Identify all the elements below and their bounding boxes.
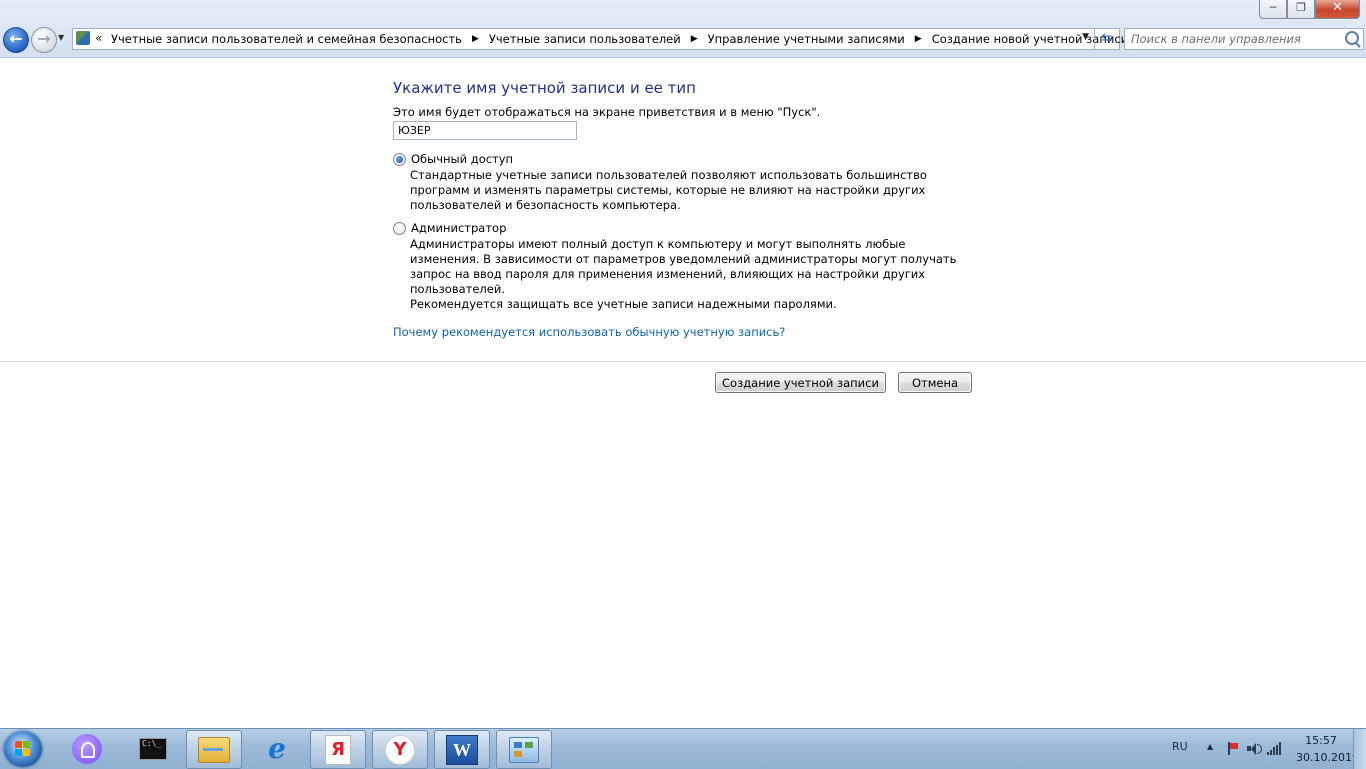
taskbar-cmd[interactable]: C:\_ bbox=[126, 730, 180, 767]
create-account-button[interactable]: Создание учетной записи bbox=[715, 372, 886, 393]
maximize-button[interactable]: ❐ bbox=[1287, 0, 1315, 19]
show-desktop-button[interactable] bbox=[1353, 729, 1366, 769]
minimize-icon: ─ bbox=[1269, 1, 1277, 14]
taskbar-ie[interactable]: e bbox=[250, 730, 304, 767]
explorer-icon bbox=[198, 736, 230, 763]
language-indicator[interactable]: RU bbox=[1172, 740, 1188, 753]
action-center-icon[interactable] bbox=[1226, 742, 1240, 755]
window-controls: ─ ❐ ✕ bbox=[1259, 0, 1360, 19]
password-recommendation: Рекомендуется защищать все учетные запис… bbox=[410, 297, 837, 311]
clock-date[interactable]: 30.10.2019 bbox=[1296, 751, 1359, 764]
address-bar[interactable]: « Учетные записи пользователей и семейна… bbox=[72, 28, 1128, 50]
taskbar: C:\_ e Я Y W RU ▲ 15:57 30.10.2019 bbox=[0, 728, 1366, 769]
why-standard-account-link[interactable]: Почему рекомендуется использовать обычну… bbox=[393, 325, 785, 339]
divider bbox=[0, 361, 1366, 362]
taskbar-explorer[interactable] bbox=[186, 730, 242, 769]
breadcrumb-overflow-button[interactable]: « bbox=[95, 31, 102, 45]
back-arrow-icon: ← bbox=[9, 29, 23, 48]
close-button[interactable]: ✕ bbox=[1315, 0, 1360, 19]
search-box[interactable] bbox=[1124, 28, 1364, 50]
show-hidden-icons-button[interactable]: ▲ bbox=[1207, 742, 1213, 751]
cancel-button[interactable]: Отмена bbox=[898, 372, 972, 393]
taskbar-alice[interactable] bbox=[60, 730, 114, 767]
breadcrumb-separator-icon[interactable]: ▶ bbox=[915, 34, 922, 44]
taskbar-control-panel[interactable] bbox=[496, 730, 552, 769]
taskbar-yandex[interactable]: Я bbox=[310, 730, 366, 769]
close-icon: ✕ bbox=[1332, 0, 1343, 15]
administrator-option[interactable]: Администратор bbox=[393, 221, 506, 235]
windows-logo-icon bbox=[15, 741, 31, 757]
back-button[interactable]: ← bbox=[3, 27, 29, 53]
yandex-icon: Я bbox=[325, 734, 351, 765]
network-signal-icon[interactable] bbox=[1267, 742, 1281, 755]
taskbar-yandex-browser[interactable]: Y bbox=[372, 730, 428, 769]
standard-access-option[interactable]: Обычный доступ bbox=[393, 152, 513, 166]
standard-access-description: Стандартные учетные записи пользователей… bbox=[410, 168, 927, 212]
control-panel-icon bbox=[509, 736, 539, 763]
breadcrumb-separator-icon[interactable]: ▶ bbox=[472, 34, 479, 44]
administrator-label[interactable]: Администратор bbox=[411, 221, 506, 235]
minimize-button[interactable]: ─ bbox=[1259, 0, 1287, 19]
forward-arrow-icon: → bbox=[37, 29, 51, 48]
recent-pages-dropdown[interactable]: ▼ bbox=[58, 33, 64, 42]
word-icon: W bbox=[446, 734, 478, 765]
account-name-field[interactable] bbox=[393, 121, 577, 140]
maximize-icon: ❐ bbox=[1296, 1, 1306, 14]
volume-icon[interactable] bbox=[1247, 742, 1262, 755]
refresh-button[interactable]: ⇆ bbox=[1094, 29, 1119, 49]
breadcrumb-separator-icon[interactable]: ▶ bbox=[691, 34, 698, 44]
search-icon[interactable] bbox=[1345, 31, 1359, 45]
administrator-radio[interactable] bbox=[393, 221, 406, 235]
address-history-dropdown[interactable]: ▼ bbox=[1082, 32, 1089, 42]
breadcrumb-family-safety[interactable]: Учетные записи пользователей и семейная … bbox=[111, 32, 462, 46]
administrator-description: Администраторы имеют полный доступ к ком… bbox=[410, 237, 957, 296]
cmd-icon: C:\_ bbox=[139, 737, 167, 760]
system-tray: RU ▲ 15:57 30.10.2019 bbox=[1146, 729, 1366, 769]
clock-time[interactable]: 15:57 bbox=[1296, 734, 1346, 747]
ie-icon: e bbox=[268, 731, 286, 765]
standard-access-label[interactable]: Обычный доступ bbox=[411, 152, 513, 166]
standard-access-radio[interactable] bbox=[393, 152, 406, 166]
taskbar-word[interactable]: W bbox=[434, 730, 490, 769]
account-name-description: Это имя будет отображаться на экране при… bbox=[393, 105, 821, 119]
search-input[interactable] bbox=[1131, 32, 1331, 46]
breadcrumb-manage-accounts[interactable]: Управление учетными записями bbox=[708, 32, 905, 46]
yandex-browser-icon: Y bbox=[385, 734, 415, 765]
page-title: Укажите имя учетной записи и ее тип bbox=[393, 79, 696, 97]
window-chrome: ─ ❐ ✕ ← → ▼ « Учетные записи пользовател… bbox=[0, 0, 1366, 58]
control-panel-icon bbox=[76, 31, 90, 45]
alice-icon bbox=[72, 733, 102, 764]
forward-button[interactable]: → bbox=[31, 27, 57, 53]
breadcrumb: Учетные записи пользователей и семейная … bbox=[111, 32, 1128, 46]
start-button[interactable] bbox=[4, 731, 42, 767]
breadcrumb-user-accounts[interactable]: Учетные записи пользователей bbox=[489, 32, 681, 46]
